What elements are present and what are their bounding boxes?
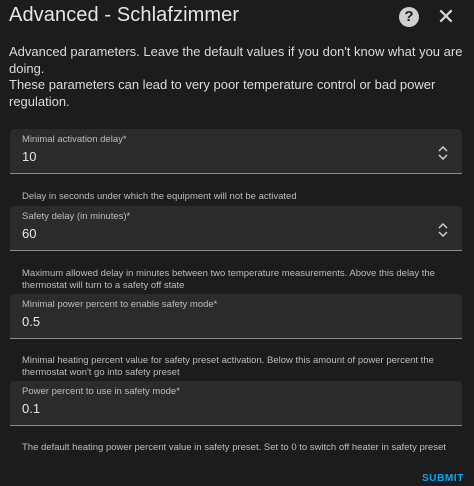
spinner-icon[interactable]	[438, 223, 448, 237]
minimal-activation-delay-input[interactable]: 10	[22, 149, 36, 164]
intro-text: Advanced parameters. Leave the default v…	[9, 44, 465, 110]
safety-delay-field[interactable]: Safety delay (in minutes)* 60	[10, 206, 462, 251]
minimal-activation-delay-field[interactable]: Minimal activation delay* 10	[10, 129, 462, 174]
field-helper-text: Minimal heating percent value for safety…	[22, 355, 434, 378]
minimal-power-percent-field[interactable]: Minimal power percent to enable safety m…	[10, 294, 462, 339]
power-percent-safety-field[interactable]: Power percent to use in safety mode* 0.1	[10, 381, 462, 426]
field-helper-text: Delay in seconds under which the equipme…	[22, 191, 297, 202]
help-icon[interactable]: ?	[399, 7, 419, 27]
field-helper-text: The default heating power percent value …	[22, 442, 446, 453]
advanced-dialog: Advanced - Schlafzimmer ? ✕ Advanced par…	[0, 0, 474, 486]
minimal-power-percent-input[interactable]: 0.5	[22, 314, 40, 329]
spinner-icon[interactable]	[438, 146, 448, 160]
dialog-title: Advanced - Schlafzimmer	[9, 4, 240, 26]
close-icon[interactable]: ✕	[433, 4, 459, 30]
field-label: Power percent to use in safety mode*	[22, 386, 180, 397]
power-percent-safety-input[interactable]: 0.1	[22, 401, 40, 416]
intro-line-2: These parameters can lead to very poor t…	[9, 77, 436, 109]
field-label: Safety delay (in minutes)*	[22, 211, 131, 222]
field-label: Minimal power percent to enable safety m…	[22, 299, 218, 310]
field-helper-text: Maximum allowed delay in minutes between…	[22, 268, 435, 291]
safety-delay-input[interactable]: 60	[22, 226, 36, 241]
submit-button[interactable]: SUBMIT	[422, 473, 464, 484]
field-label: Minimal activation delay*	[22, 134, 127, 145]
intro-line-1: Advanced parameters. Leave the default v…	[9, 44, 463, 76]
